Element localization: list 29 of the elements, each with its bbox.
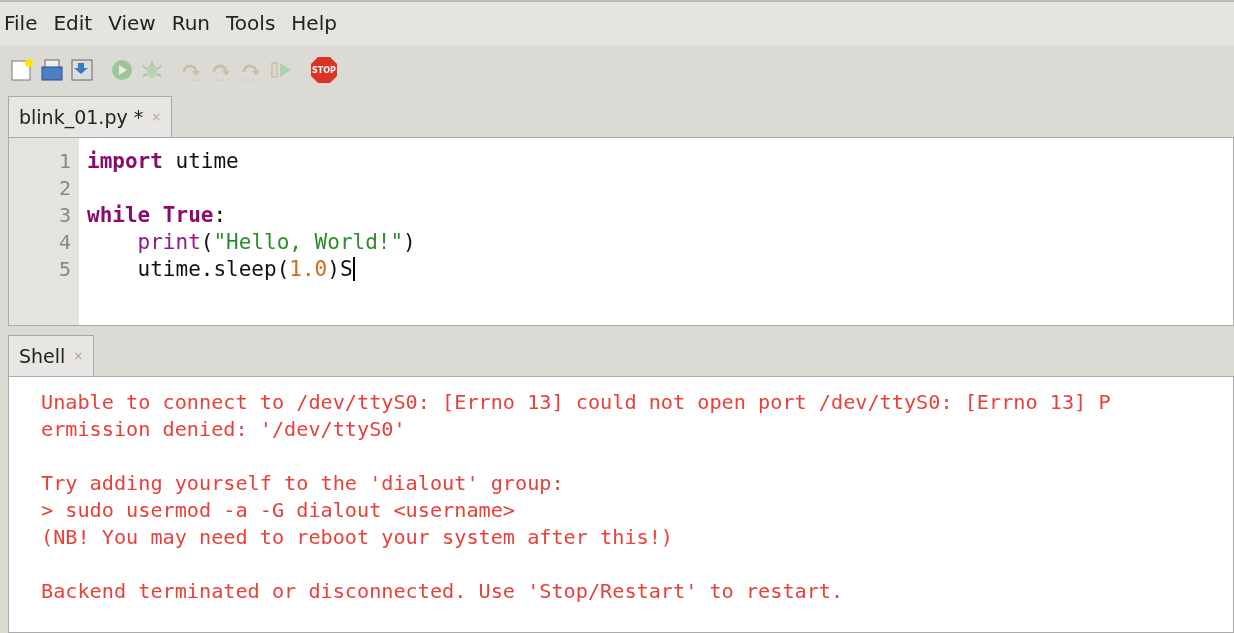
line-number: 2 bbox=[57, 174, 72, 202]
error-message-line: Try adding yourself to the 'dialout' group: bbox=[41, 470, 565, 497]
editor-tab[interactable]: blink_01.py * × bbox=[8, 95, 173, 137]
code-line: import utime bbox=[87, 147, 239, 175]
error-message-line: Backend terminated or disconnected. Use 'Stop/Restart' to restart. bbox=[41, 578, 845, 605]
error-message-line: > sudo usermod -a -G dialout <username> bbox=[41, 497, 516, 524]
line-number: 3 bbox=[57, 201, 72, 229]
save-icon[interactable] bbox=[70, 58, 94, 83]
menu-item[interactable]: View bbox=[108, 9, 156, 38]
folder-icon[interactable] bbox=[40, 58, 64, 83]
line-number: 1 bbox=[57, 147, 72, 175]
error-message-line: (NB! You may need to reboot your system after this!) bbox=[41, 524, 674, 551]
code-line: utime.sleep(1.0)S bbox=[136, 255, 353, 283]
menu-item[interactable]: Tools bbox=[226, 9, 276, 38]
stop-sign-icon[interactable]: STOP bbox=[310, 56, 338, 85]
shell-tab[interactable]: Shell × bbox=[8, 335, 95, 376]
error-message-line: Unable to connect to /dev/ttyS0: [Errno 13] could not open port /dev/ttyS0: [Errno 13] P bbox=[41, 389, 1112, 416]
error-message-line: ermission denied: '/dev/ttyS0' bbox=[41, 416, 407, 443]
shell-console[interactable] bbox=[8, 376, 1234, 633]
menu-item[interactable]: File bbox=[4, 9, 38, 38]
line-number: 4 bbox=[57, 228, 72, 256]
code-line: print("Hello, World!") bbox=[136, 228, 416, 256]
new-file-icon[interactable] bbox=[10, 58, 34, 83]
menu-item[interactable]: Help bbox=[291, 9, 337, 38]
menu-item[interactable]: Edit bbox=[53, 9, 93, 38]
menu-item[interactable]: Run bbox=[171, 9, 211, 38]
code-editor[interactable]: 1 2 3 4 5 import utime while True: print("Hello, World!") utime.sleep(1.0)S bbox=[8, 136, 1234, 326]
line-number: 5 bbox=[57, 255, 72, 283]
code-line: while True: bbox=[87, 201, 227, 229]
